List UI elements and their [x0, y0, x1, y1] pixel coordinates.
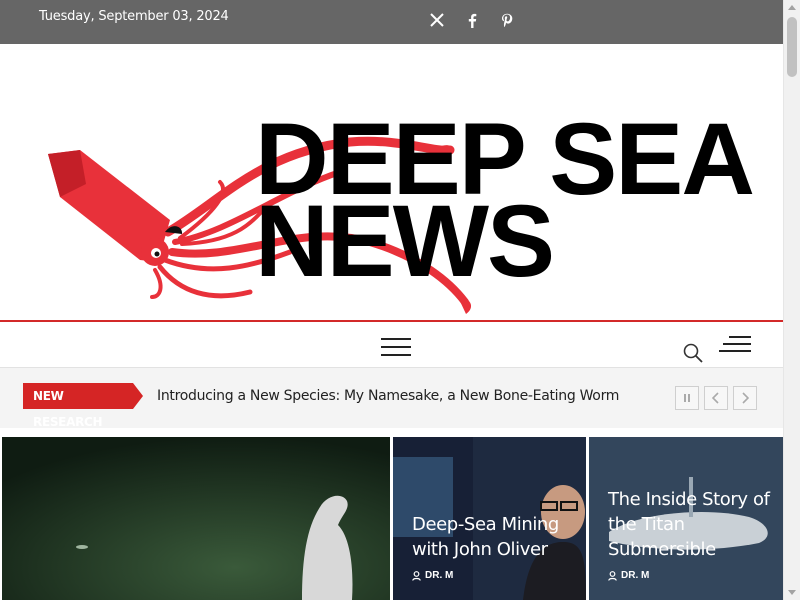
x-twitter-icon[interactable] [428, 11, 446, 29]
pinterest-icon[interactable] [498, 11, 516, 29]
scrollbar-thumb[interactable] [787, 17, 797, 77]
ticker-headline[interactable]: Introducing a New Species: My Namesake, … [157, 388, 619, 404]
search-icon[interactable] [682, 342, 704, 364]
pause-icon[interactable] [675, 386, 699, 410]
post-author[interactable]: DR. M [412, 570, 453, 581]
top-bar: Tuesday, September 03, 2024 [0, 0, 783, 44]
featured-post-main[interactable] [2, 437, 390, 600]
hamburger-menu-button[interactable] [381, 337, 411, 357]
chevron-left-icon[interactable] [704, 386, 728, 410]
offcanvas-menu-button[interactable] [719, 335, 751, 355]
featured-posts-grid: Deep-Sea Mining with John Oliver DR. M T… [0, 437, 783, 600]
chevron-right-icon[interactable] [733, 386, 757, 410]
page-scrollbar[interactable] [783, 0, 800, 600]
featured-post-title[interactable]: The Inside Story of the Titan Submersibl… [608, 487, 783, 562]
post-author-name[interactable]: DR. M [621, 570, 649, 581]
featured-post-image [2, 437, 390, 600]
site-header: DEEP SEA NEWS [0, 44, 783, 320]
featured-post-title[interactable]: Deep-Sea Mining with John Oliver [412, 512, 586, 562]
scroll-up-arrow-icon[interactable] [788, 5, 796, 10]
news-ticker: NEW RESEARCH Introducing a New Species: … [0, 368, 783, 429]
post-author-name[interactable]: DR. M [425, 570, 453, 581]
scroll-down-arrow-icon[interactable] [788, 590, 796, 595]
logo-title-line2: NEWS [255, 184, 555, 298]
user-icon [412, 570, 421, 581]
ticker-label: NEW RESEARCH [23, 383, 143, 429]
post-author[interactable]: DR. M [608, 570, 649, 581]
featured-post-card[interactable]: The Inside Story of the Titan Submersibl… [589, 437, 783, 600]
facebook-icon[interactable] [463, 11, 481, 29]
main-nav [0, 322, 783, 368]
user-icon [608, 570, 617, 581]
current-date: Tuesday, September 03, 2024 [39, 9, 229, 24]
featured-post-card[interactable]: Deep-Sea Mining with John Oliver DR. M [393, 437, 586, 600]
